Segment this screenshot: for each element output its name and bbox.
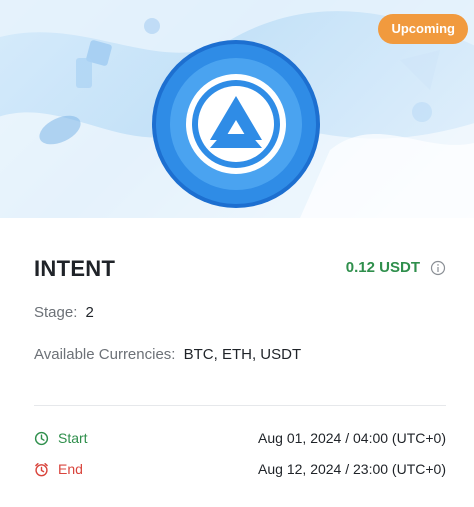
launchpad-card[interactable]: Upcoming INTENT 0.12 USDT Stage: 2 Avail…	[0, 0, 474, 507]
clock-icon	[34, 431, 49, 446]
start-label: Start	[58, 430, 88, 446]
currencies-value: BTC, ETH, USDT	[183, 346, 302, 363]
start-value: Aug 01, 2024 / 04:00 (UTC+0)	[258, 430, 446, 446]
divider	[34, 405, 446, 406]
start-time-row: Start Aug 01, 2024 / 04:00 (UTC+0)	[34, 429, 446, 449]
hero-banner: Upcoming	[0, 0, 474, 218]
alarm-clock-icon	[35, 462, 48, 477]
token-price: 0.12 USDT	[345, 259, 420, 276]
stage-value: 2	[85, 304, 94, 321]
status-badge: Upcoming	[378, 14, 468, 44]
end-label: End	[58, 461, 83, 477]
token-name: INTENT	[34, 256, 116, 281]
currencies-label: Available Currencies:	[34, 346, 176, 363]
intent-coin-logo	[152, 40, 320, 208]
stage-label: Stage:	[34, 304, 78, 321]
info-icon[interactable]	[430, 260, 446, 276]
currencies-row: Available Currencies: BTC, ETH, USDT	[34, 346, 301, 363]
end-time-row: End Aug 12, 2024 / 23:00 (UTC+0)	[34, 460, 446, 480]
stage-row: Stage: 2	[34, 304, 94, 321]
end-value: Aug 12, 2024 / 23:00 (UTC+0)	[258, 461, 446, 477]
